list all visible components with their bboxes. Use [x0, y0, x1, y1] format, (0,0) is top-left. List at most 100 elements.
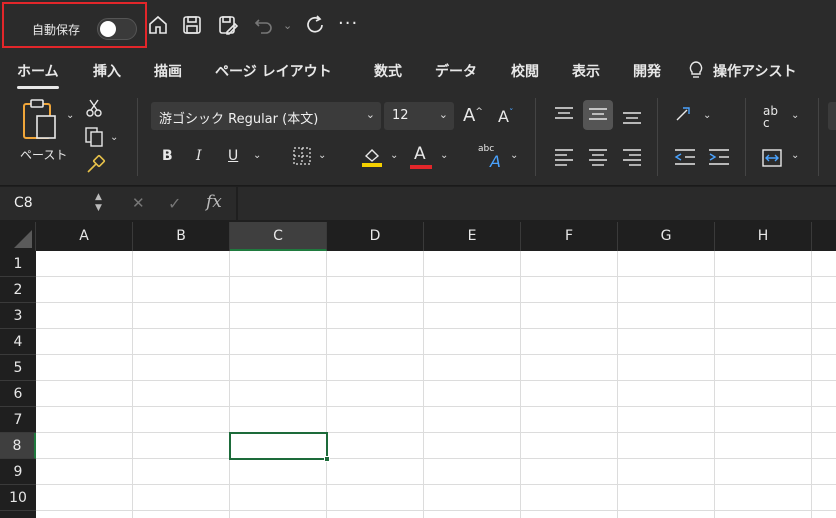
- column-header-d[interactable]: D: [327, 222, 424, 251]
- insert-function-icon[interactable]: fx: [206, 192, 222, 212]
- font-color-button[interactable]: A: [410, 144, 434, 170]
- grow-font-button[interactable]: A^: [463, 105, 483, 126]
- row-header-7[interactable]: 7: [0, 407, 36, 433]
- gridline: [132, 251, 133, 518]
- undo-dropdown-icon[interactable]: ⌄: [283, 19, 292, 32]
- autosave-highlight-box: 自動保存: [2, 2, 147, 48]
- gridline: [36, 484, 836, 485]
- font-name-value: 游ゴシック Regular (本文): [159, 112, 319, 127]
- orientation-dropdown-icon[interactable]: ⌄: [703, 110, 711, 121]
- undo-icon[interactable]: [252, 13, 276, 37]
- underline-button[interactable]: U: [228, 148, 238, 164]
- merge-center-icon[interactable]: [761, 148, 783, 168]
- column-header-f[interactable]: F: [521, 222, 618, 251]
- cut-icon[interactable]: [84, 98, 104, 118]
- copy-dropdown-icon[interactable]: ⌄: [110, 132, 118, 143]
- column-header-c[interactable]: C: [230, 222, 327, 251]
- merge-dropdown-icon[interactable]: ⌄: [791, 150, 799, 161]
- column-header-a[interactable]: A: [36, 222, 133, 251]
- selected-cell-c8[interactable]: [229, 432, 328, 460]
- row-header-1[interactable]: 1: [0, 251, 36, 277]
- align-center-icon[interactable]: [587, 148, 609, 166]
- row-header-2[interactable]: 2: [0, 277, 36, 303]
- name-box[interactable]: C8 ▲ ▼: [0, 187, 118, 220]
- row-header-9[interactable]: 9: [0, 459, 36, 485]
- tab-data[interactable]: データ: [435, 61, 477, 81]
- row-header-4[interactable]: 4: [0, 329, 36, 355]
- home-icon[interactable]: [146, 13, 170, 37]
- tab-view[interactable]: 表示: [572, 61, 600, 81]
- tab-insert[interactable]: 挿入: [93, 61, 121, 81]
- fill-handle[interactable]: [324, 456, 330, 462]
- column-header-row: A B C D E F G H: [0, 222, 836, 251]
- fill-color-icon[interactable]: [360, 144, 384, 168]
- enter-icon[interactable]: ✓: [168, 194, 181, 213]
- phonetic-button[interactable]: abc A: [478, 144, 508, 172]
- phonetic-dropdown-icon[interactable]: ⌄: [510, 150, 518, 161]
- shrink-font-button[interactable]: Aˇ: [498, 107, 513, 126]
- tab-tell-me[interactable]: 操作アシスト: [713, 61, 796, 81]
- formula-input[interactable]: [238, 187, 836, 220]
- wrap-text-button[interactable]: ab c: [761, 104, 787, 132]
- fill-color-dropdown-icon[interactable]: ⌄: [390, 150, 398, 161]
- gridline: [36, 510, 836, 511]
- align-bottom-icon[interactable]: [621, 108, 643, 126]
- save-icon[interactable]: [180, 13, 204, 37]
- text-orientation-icon[interactable]: [673, 104, 697, 126]
- wrap-dropdown-icon[interactable]: ⌄: [791, 110, 799, 121]
- divider: [137, 98, 138, 176]
- fill-color-swatch: [362, 163, 382, 167]
- paste-dropdown-icon[interactable]: ⌄: [66, 110, 74, 121]
- decrease-indent-icon[interactable]: [673, 148, 697, 166]
- font-color-letter: A: [414, 144, 426, 164]
- align-right-icon[interactable]: [621, 148, 643, 166]
- align-top-icon[interactable]: [553, 106, 575, 124]
- column-header-partial[interactable]: [812, 222, 836, 251]
- gridline: [423, 251, 424, 518]
- gridline: [36, 458, 836, 459]
- font-color-dropdown-icon[interactable]: ⌄: [440, 150, 448, 161]
- tab-home[interactable]: ホーム: [17, 61, 59, 89]
- column-header-g[interactable]: G: [618, 222, 715, 251]
- font-name-dropdown[interactable]: 游ゴシック Regular (本文) ⌄: [151, 102, 381, 130]
- font-size-dropdown[interactable]: 12 ⌄: [384, 102, 454, 130]
- autosave-toggle[interactable]: [97, 18, 137, 40]
- borders-icon[interactable]: [292, 146, 312, 166]
- column-header-e[interactable]: E: [424, 222, 521, 251]
- italic-button[interactable]: I: [196, 148, 202, 164]
- row-header-5[interactable]: 5: [0, 355, 36, 381]
- row-header-6[interactable]: 6: [0, 381, 36, 407]
- align-left-icon[interactable]: [553, 148, 575, 166]
- row-header-3[interactable]: 3: [0, 303, 36, 329]
- borders-dropdown-icon[interactable]: ⌄: [318, 150, 326, 161]
- paste-icon[interactable]: [20, 98, 64, 144]
- gridline: [36, 276, 836, 277]
- increase-indent-icon[interactable]: [707, 148, 731, 166]
- redo-icon[interactable]: [303, 13, 327, 37]
- row-header-10[interactable]: 10: [0, 485, 36, 511]
- format-painter-icon[interactable]: [84, 154, 106, 176]
- cell-area[interactable]: [36, 251, 836, 518]
- worksheet-grid: A B C D E F G H 1 2 3 4 5 6 7 8 9 10: [0, 222, 836, 518]
- row-header-11-partial[interactable]: [0, 511, 36, 518]
- row-header-8[interactable]: 8: [0, 433, 36, 459]
- column-header-b[interactable]: B: [133, 222, 230, 251]
- cancel-icon[interactable]: ✕: [132, 194, 145, 212]
- select-all-button[interactable]: [0, 222, 36, 251]
- tab-developer[interactable]: 開発: [633, 61, 661, 81]
- tab-page-layout[interactable]: ページ レイアウト: [215, 61, 332, 81]
- more-icon[interactable]: ···: [338, 13, 358, 34]
- tab-review[interactable]: 校閲: [511, 61, 539, 81]
- name-box-stepper-icon[interactable]: ▲ ▼: [95, 192, 102, 214]
- bold-button[interactable]: B: [162, 148, 173, 164]
- tab-draw[interactable]: 描画: [154, 61, 182, 81]
- lightbulb-icon: [689, 61, 703, 78]
- paste-label[interactable]: ペースト: [20, 146, 67, 163]
- align-middle-button[interactable]: [583, 100, 613, 130]
- tab-formulas[interactable]: 数式: [374, 61, 402, 81]
- formula-controls: ✕ ✓ fx: [118, 187, 236, 220]
- column-header-h[interactable]: H: [715, 222, 812, 251]
- save-as-icon[interactable]: [216, 13, 240, 37]
- underline-dropdown-icon[interactable]: ⌄: [253, 150, 261, 161]
- copy-icon[interactable]: [84, 126, 106, 148]
